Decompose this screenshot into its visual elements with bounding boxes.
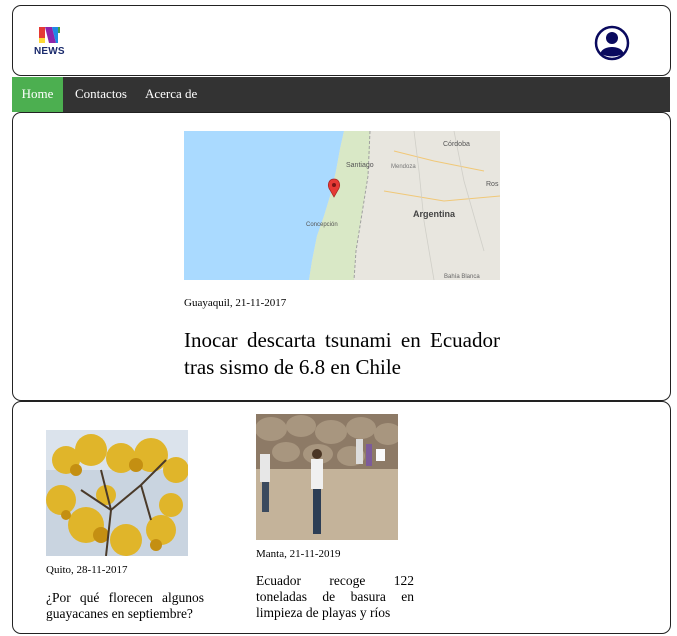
featured-article-meta: Guayaquil, 21-11-2017 [184,297,287,309]
nav-home[interactable]: Home [12,77,63,112]
featured-article: Córdoba Santiago Mendoza Ros Argentina C… [12,112,671,401]
news-logo-icon [39,27,60,43]
guayacanes-image[interactable] [46,430,188,556]
map-graphic: Córdoba Santiago Mendoza Ros Argentina C… [184,131,500,280]
map-label-cordoba: Córdoba [443,141,470,148]
map-label-mendoza: Mendoza [391,164,416,170]
nav-acerca-de[interactable]: Acerca de [145,77,197,112]
map-label-rosario: Ros [486,181,499,188]
user-avatar[interactable] [594,25,630,61]
news-logo[interactable]: NEWS [33,24,67,62]
featured-article-title[interactable]: Inocar descarta tsunami en Ecuador tras … [184,327,500,381]
secondary-articles: Quito, 28-11-2017 ¿Por qué florecen algu… [12,401,671,634]
logo-text: NEWS [34,46,65,57]
nav-contactos[interactable]: Contactos [75,77,127,112]
featured-map-image[interactable]: Córdoba Santiago Mendoza Ros Argentina C… [184,131,500,280]
guayacanes-photo [46,430,188,556]
map-label-argentina: Argentina [413,209,456,219]
article-title[interactable]: ¿Por qué florecen algunos guayacanes en … [46,590,204,622]
user-avatar-icon [594,25,630,61]
map-label-concepcion: Concepción [306,222,338,228]
cleanup-image[interactable] [256,414,398,540]
header: NEWS [12,5,671,76]
navbar: Home Contactos Acerca de [12,77,670,112]
article-meta: Manta, 21-11-2019 [256,548,341,560]
article-meta: Quito, 28-11-2017 [46,564,128,576]
cleanup-photo [256,414,398,540]
map-label-bahia-blanca: Bahía Blanca [444,274,480,280]
article-title[interactable]: Ecuador recoge 122 toneladas de basura e… [256,573,414,621]
map-label-santiago: Santiago [346,162,374,169]
